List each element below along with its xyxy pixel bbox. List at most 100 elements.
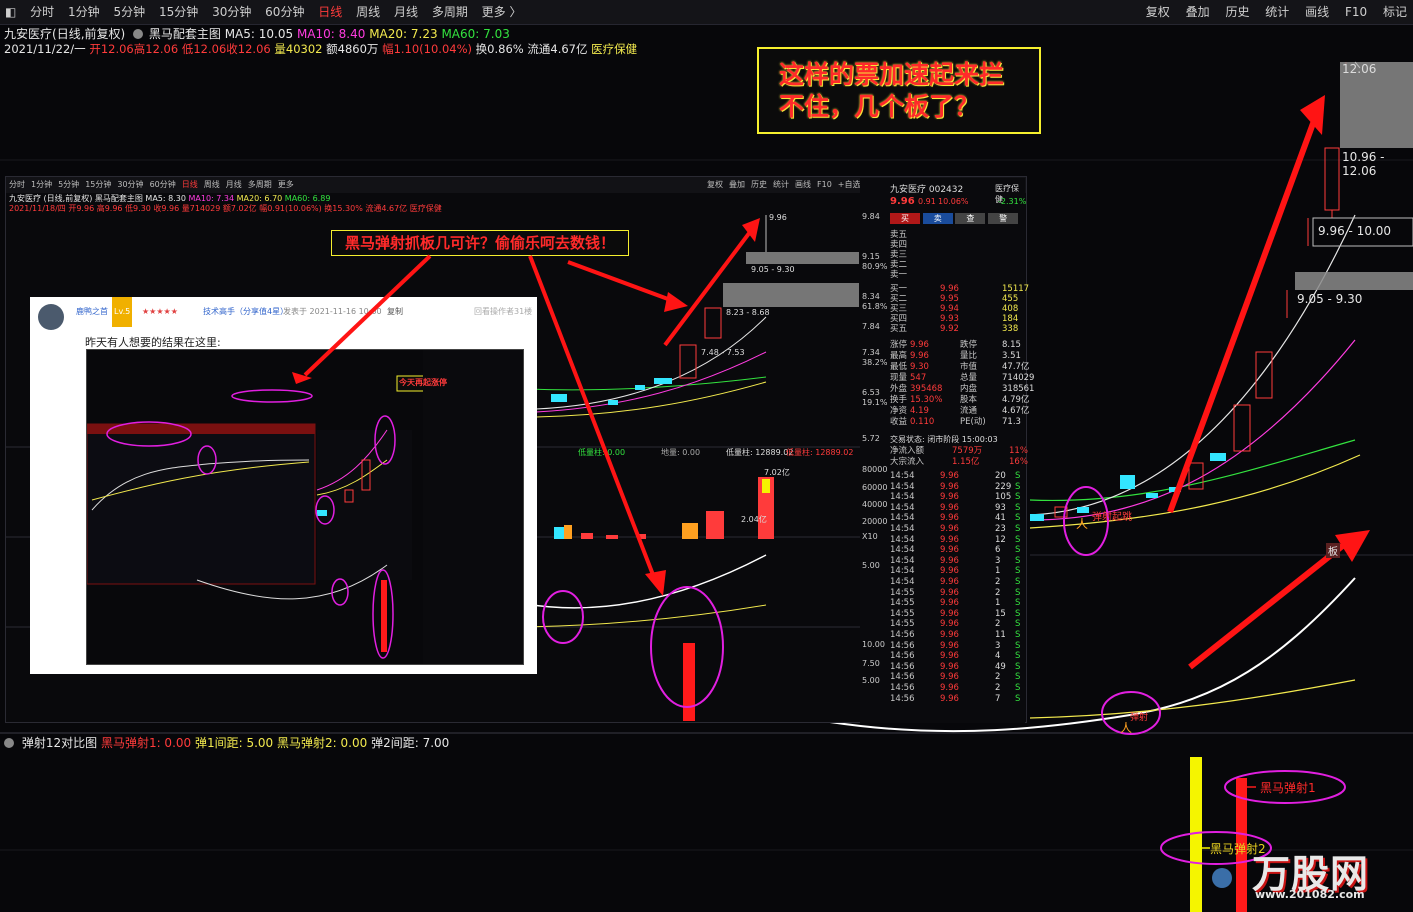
- indicator-collapse-icon[interactable]: [4, 738, 14, 748]
- axis-tick-label: 5.00: [862, 561, 880, 570]
- bottom-indicator-title[interactable]: 弹射12对比图: [22, 736, 97, 750]
- buy-button[interactable]: 买: [890, 213, 920, 224]
- post-shot-banner: 今天再起涨停: [399, 378, 447, 387]
- tick-row: 14:55 9.96 2 S: [890, 587, 1021, 598]
- query-button[interactable]: 查: [955, 213, 986, 224]
- gap-2-value: 弹2间距: 7.00: [371, 736, 450, 750]
- post-author[interactable]: 鹿鸭之首: [76, 297, 108, 327]
- embedded-candle: [635, 385, 645, 390]
- candle-down: [1077, 507, 1089, 513]
- tick-row: 14:54 9.96 41 S: [890, 513, 1021, 524]
- callout-line-2: 不住，几个板了？: [779, 92, 980, 121]
- axis-tick-label: 19.1%: [862, 398, 888, 407]
- trend-arrow: [1167, 116, 1318, 514]
- price-label-box3: 9.05 - 9.30: [1297, 292, 1363, 306]
- trade-status: 交易状态: 闭市阶段 15:00:03: [890, 435, 998, 444]
- post-header: 鹿鸭之首 Lv.5 ★★★★★ 技术高手（分享值4星） 发表于 2021-11-…: [30, 297, 537, 330]
- quote-pct2: -2.31%: [998, 197, 1027, 206]
- axis-tick-label: 38.2%: [862, 358, 888, 367]
- post-tag: 技术高手（分享值4星）: [203, 307, 289, 316]
- candle-up: [1324, 147, 1340, 211]
- quote-pct: 10.06%: [938, 197, 969, 206]
- watermark-url: www.201082.com: [1255, 888, 1365, 901]
- gap-1-value: 弹1间距: 5.00: [194, 736, 274, 750]
- quote-stat-row: 外盘 395468 内盘 318561: [890, 384, 1035, 394]
- price-label-box2: 9.96 - 10.00: [1318, 224, 1392, 238]
- tick-row: 14:56 9.96 4 S: [890, 651, 1021, 662]
- signal-figure-icon: 人: [1120, 721, 1132, 735]
- tick-row: 14:55 9.96 1 S: [890, 598, 1021, 609]
- axis-tick-label: 8.34: [862, 292, 880, 301]
- tick-row: 14:54 9.96 6 S: [890, 545, 1021, 556]
- embedded-gap-box: [746, 252, 859, 264]
- axis-tick-label: 20000: [862, 517, 888, 526]
- quote-change: 0.91: [918, 197, 936, 206]
- alert-button[interactable]: 警: [988, 213, 1019, 224]
- callout-line-1: 这样的票加速起来拦: [779, 60, 1005, 89]
- tick-row: 14:54 9.96 20 S: [890, 471, 1021, 481]
- price-label-top: 12.06: [1342, 62, 1377, 76]
- ejection-1-value: 黑马弹射1: 0.00: [100, 736, 192, 750]
- avatar[interactable]: [38, 304, 64, 330]
- axis-tick-label: 5.00: [862, 676, 880, 685]
- ask-level: 卖三: [890, 250, 908, 260]
- signal-marker-text: 弹射: [1130, 711, 1148, 723]
- post-level-badge: Lv.5: [112, 297, 133, 327]
- price-label-box1: 10.96 - 12.06: [1342, 150, 1385, 178]
- tick-row: 14:54 9.96 1 S: [890, 566, 1021, 577]
- gap-box-3: [1295, 272, 1413, 290]
- ask-level: 卖四: [890, 240, 908, 250]
- embedded-ejection-bar: [683, 643, 695, 721]
- ask-level: 卖一: [890, 270, 908, 280]
- embedded-ma60: [525, 376, 767, 391]
- tick-row: 14:56 9.96 11 S: [890, 630, 1021, 640]
- quote-stat-row: 净资 4.19 流通 4.67亿: [890, 406, 1030, 416]
- quote-stock-name: 九安医疗 002432: [890, 185, 964, 195]
- ejection-2-value: 黑马弹射2: 0.00: [277, 736, 368, 750]
- bid-level-row: 买二 9.95 455: [890, 294, 1019, 304]
- ask-level: 卖五: [890, 230, 908, 240]
- post-message: 昨天有人想要的结果在这里:: [85, 336, 221, 349]
- post-right-link[interactable]: 回看操作者: [474, 297, 514, 327]
- post-copy-link[interactable]: 复制: [387, 297, 403, 327]
- axis-tick-label: 61.8%: [862, 302, 888, 311]
- tick-row: 14:54 9.96 105 S: [890, 492, 1021, 503]
- block-inflow-row: 大宗流入 1.15亿 16%: [890, 457, 1028, 467]
- axis-tick-label: 7.84: [862, 322, 880, 331]
- axis-tick-label: 9.84: [862, 212, 880, 221]
- post-embedded-screenshot: 今天再起涨停: [86, 349, 524, 665]
- tick-row: 14:54 9.96 93 S: [890, 502, 1021, 513]
- candle-down: [1030, 514, 1044, 521]
- tick-row: 14:54 9.96 12 S: [890, 534, 1021, 545]
- candle-up: [1255, 351, 1273, 399]
- bid-level-row: 买五 9.92 338: [890, 324, 1019, 334]
- bid-level-row: 买四 9.93 184: [890, 314, 1019, 324]
- quote-action-buttons: 买 卖 查 警: [890, 213, 1024, 225]
- sell-button[interactable]: 卖: [922, 213, 953, 224]
- ma5-line: [1029, 214, 1356, 516]
- quote-stat-row: 最高 9.96 量比 3.51: [890, 351, 1021, 361]
- embedded-ellipse: [542, 590, 584, 644]
- embedded-ma10: [535, 351, 767, 413]
- embedded-candle: [704, 307, 722, 339]
- trend-arrow: [1188, 537, 1352, 670]
- ejection-1-label: 黑马弹射1: [1260, 781, 1316, 795]
- axis-tick-label: X10: [862, 532, 878, 541]
- axis-tick-label: 9.15: [862, 252, 880, 261]
- embedded-candle: [654, 378, 672, 384]
- axis-tick-label: 5.72: [862, 434, 880, 443]
- embedded-gap-box: [723, 283, 859, 307]
- post-chart-canvas: [87, 350, 523, 664]
- axis-tick-label: 80000: [862, 465, 888, 474]
- tick-row: 14:56 9.96 7 S: [890, 693, 1021, 704]
- embedded-candle: [551, 394, 567, 402]
- candle-up: [1233, 404, 1251, 452]
- tick-row: 14:54 9.96 23 S: [890, 524, 1021, 534]
- axis-tick-label: 40000: [862, 500, 888, 509]
- watermark-globe-icon: [1212, 868, 1232, 888]
- limit-up-badge-icon: 板: [1326, 543, 1340, 558]
- bid-level-row: 买一 9.96 15117: [890, 284, 1030, 294]
- tick-row: 14:56 9.96 2 S: [890, 672, 1021, 683]
- quote-stat-row: 涨停 9.96 跌停 8.15: [890, 340, 1021, 350]
- tick-row: 14:55 9.96 2 S: [890, 619, 1021, 630]
